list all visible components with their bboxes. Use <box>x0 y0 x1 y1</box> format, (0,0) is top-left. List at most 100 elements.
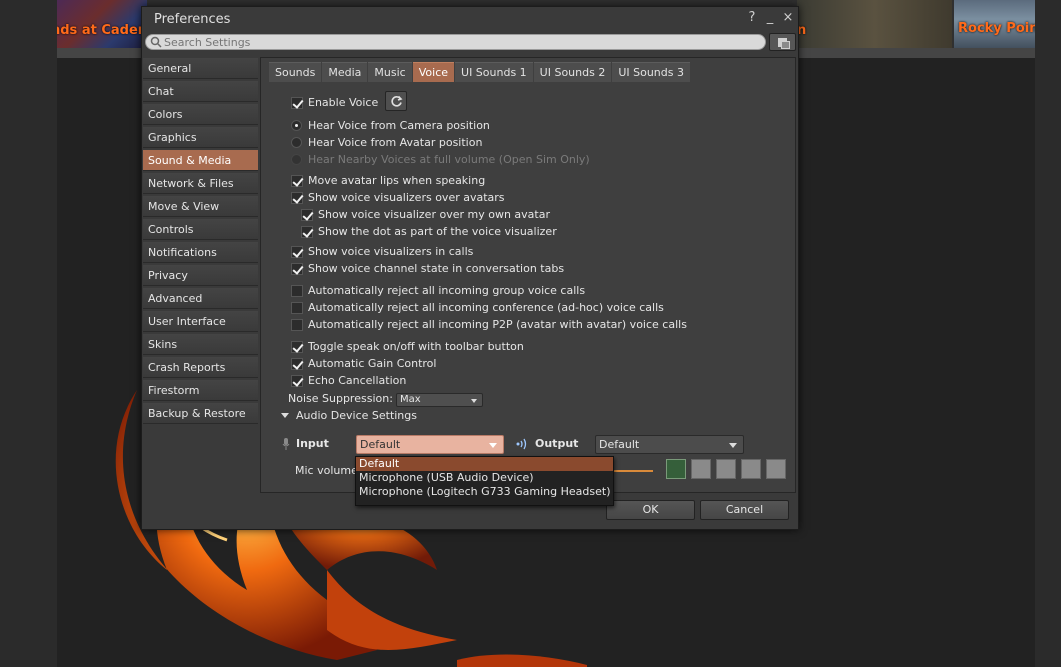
sidebar-item-chat[interactable]: Chat <box>143 81 258 102</box>
voice-level-bar <box>716 459 736 479</box>
tab-sounds[interactable]: Sounds <box>269 62 322 82</box>
sidebar-item-sound-media[interactable]: Sound & Media <box>143 150 258 171</box>
sidebar-item-graphics[interactable]: Graphics <box>143 127 258 148</box>
hear-camera-label: Hear Voice from Camera position <box>308 119 490 132</box>
sidebar-item-notifications[interactable]: Notifications <box>143 242 258 263</box>
hear-camera-radio[interactable] <box>291 120 302 131</box>
output-label: Output <box>535 437 579 450</box>
tab-ui-sounds-3[interactable]: UI Sounds 3 <box>612 62 690 82</box>
noise-suppression-combo[interactable]: Max <box>396 393 483 407</box>
sound-media-panel: Sounds Media Music Voice UI Sounds 1 UI … <box>260 57 796 493</box>
sidebar-item-privacy[interactable]: Privacy <box>143 265 258 286</box>
dropdown-option-default[interactable]: Default <box>356 457 613 471</box>
close-icon[interactable]: × <box>782 10 794 25</box>
reject-conference-checkbox[interactable] <box>291 302 303 314</box>
agc-label: Automatic Gain Control <box>308 357 437 370</box>
toggle-speak-label: Toggle speak on/off with toolbar button <box>308 340 524 353</box>
echo-label: Echo Cancellation <box>308 374 407 387</box>
visualizer-dot-label: Show the dot as part of the voice visual… <box>318 225 557 238</box>
search-input[interactable] <box>164 35 754 49</box>
destination-label-right: Rocky Point <box>958 21 1035 36</box>
window-title: Preferences <box>154 12 231 27</box>
destination-thumbnail-left[interactable]: nds at Cadenc <box>57 0 147 48</box>
cancel-button[interactable]: Cancel <box>700 500 789 520</box>
sidebar-item-advanced[interactable]: Advanced <box>143 288 258 309</box>
reject-p2p-label: Automatically reject all incoming P2P (a… <box>308 318 687 331</box>
sidebar-item-colors[interactable]: Colors <box>143 104 258 125</box>
tab-ui-sounds-1[interactable]: UI Sounds 1 <box>455 62 533 82</box>
voice-level-bar <box>766 459 786 479</box>
voice-level-bar <box>741 459 761 479</box>
channel-state-label: Show voice channel state in conversation… <box>308 262 565 275</box>
chevron-down-icon <box>281 413 289 418</box>
copy-settings-button[interactable] <box>769 33 796 51</box>
chevron-down-icon <box>489 443 497 448</box>
reject-group-label: Automatically reject all incoming group … <box>308 284 586 297</box>
destination-thumbnail-middle[interactable]: n <box>797 0 952 48</box>
titlebar-buttons: ? _ × <box>746 10 794 25</box>
echo-checkbox[interactable] <box>291 375 303 387</box>
destination-label-left: nds at Cadenc <box>57 23 147 38</box>
sidebar-item-general[interactable]: General <box>143 58 258 79</box>
sidebar-item-move-view[interactable]: Move & View <box>143 196 258 217</box>
minimize-icon[interactable]: _ <box>764 10 776 25</box>
category-sidebar: General Chat Colors Graphics Sound & Med… <box>143 58 258 426</box>
sidebar-item-crash-reports[interactable]: Crash Reports <box>143 357 258 378</box>
mic-volume-label: Mic volume <box>295 464 358 477</box>
tab-bar: Sounds Media Music Voice UI Sounds 1 UI … <box>269 62 690 82</box>
sidebar-item-user-interface[interactable]: User Interface <box>143 311 258 332</box>
hear-nearby-label: Hear Nearby Voices at full volume (Open … <box>308 153 590 166</box>
refresh-voice-button[interactable] <box>385 91 407 111</box>
tab-music[interactable]: Music <box>368 62 412 82</box>
titlebar[interactable]: Preferences ? _ × <box>142 7 798 31</box>
tab-media[interactable]: Media <box>322 62 368 82</box>
dropdown-option-logitech-mic[interactable]: Microphone (Logitech G733 Gaming Headset… <box>356 485 613 499</box>
tab-voice[interactable]: Voice <box>412 62 455 82</box>
help-icon[interactable]: ? <box>746 10 758 25</box>
lipsync-checkbox[interactable] <box>291 175 303 187</box>
visualizers-calls-checkbox[interactable] <box>291 246 303 258</box>
mic-volume-slider[interactable] <box>613 470 653 472</box>
visualizer-own-label: Show voice visualizer over my own avatar <box>318 208 550 221</box>
microphone-icon <box>282 438 290 450</box>
output-device-value: Default <box>599 438 640 451</box>
input-label: Input <box>296 437 329 450</box>
reject-group-checkbox[interactable] <box>291 285 303 297</box>
hear-nearby-radio <box>291 154 302 165</box>
output-device-combo[interactable]: Default <box>595 435 744 454</box>
hear-avatar-label: Hear Voice from Avatar position <box>308 136 483 149</box>
enable-voice-label: Enable Voice <box>308 96 379 109</box>
visualizers-over-avatars-checkbox[interactable] <box>291 192 303 204</box>
chevron-down-icon <box>729 443 737 448</box>
refresh-icon <box>391 95 403 107</box>
input-device-value: Default <box>360 438 401 451</box>
reject-p2p-checkbox[interactable] <box>291 319 303 331</box>
agc-checkbox[interactable] <box>291 358 303 370</box>
channel-state-checkbox[interactable] <box>291 263 303 275</box>
destination-thumbnail-right[interactable]: Rocky Point <box>954 0 1035 48</box>
chevron-down-icon <box>471 399 477 403</box>
voice-level-bar <box>666 459 686 479</box>
speaker-icon <box>516 438 527 450</box>
reject-conference-label: Automatically reject all incoming confer… <box>308 301 664 314</box>
visualizers-over-avatars-label: Show voice visualizers over avatars <box>308 191 505 204</box>
sidebar-item-controls[interactable]: Controls <box>143 219 258 240</box>
input-device-combo[interactable]: Default <box>356 435 504 454</box>
sidebar-item-skins[interactable]: Skins <box>143 334 258 355</box>
sidebar-item-backup-restore[interactable]: Backup & Restore <box>143 403 258 424</box>
ok-button[interactable]: OK <box>606 500 695 520</box>
enable-voice-checkbox[interactable] <box>291 97 303 109</box>
dropdown-option-usb-mic[interactable]: Microphone (USB Audio Device) <box>356 471 613 485</box>
noise-suppression-value: Max <box>400 394 421 405</box>
tab-ui-sounds-2[interactable]: UI Sounds 2 <box>533 62 612 82</box>
hear-avatar-radio[interactable] <box>291 137 302 148</box>
input-device-dropdown-list: Default Microphone (USB Audio Device) Mi… <box>355 456 614 506</box>
sidebar-item-network-files[interactable]: Network & Files <box>143 173 258 194</box>
visualizer-own-checkbox[interactable] <box>301 209 313 221</box>
lipsync-label: Move avatar lips when speaking <box>308 174 486 187</box>
voice-level-bar <box>691 459 711 479</box>
sidebar-item-firestorm[interactable]: Firestorm <box>143 380 258 401</box>
left-gutter <box>0 0 57 667</box>
toggle-speak-checkbox[interactable] <box>291 341 303 353</box>
visualizer-dot-checkbox[interactable] <box>301 226 313 238</box>
